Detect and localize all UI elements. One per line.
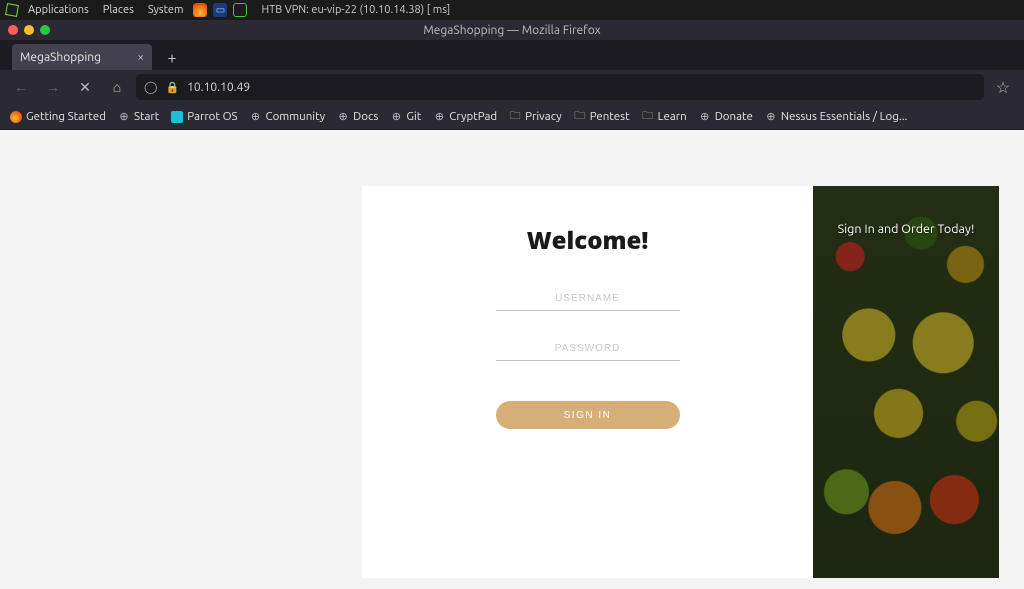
back-button[interactable]: ←: [8, 74, 34, 100]
vpn-status: HTB VPN: eu-vip-22 (10.10.14.38) [ ms]: [261, 4, 450, 16]
bookmark-folder-learn[interactable]: 🗀Learn: [642, 110, 687, 123]
bookmark-git[interactable]: ⊕Git: [390, 110, 421, 123]
promo-text: Sign In and Order Today!: [838, 222, 975, 578]
password-field[interactable]: [496, 333, 680, 361]
globe-icon: ⊕: [250, 111, 262, 123]
bookmark-cryptpad[interactable]: ⊕CryptPad: [433, 110, 497, 123]
distro-logo-icon: [5, 3, 19, 17]
window-title: MegaShopping — Mozilla Firefox: [0, 24, 1024, 37]
home-button[interactable]: ⌂: [104, 74, 130, 100]
bookmark-star-icon[interactable]: ☆: [990, 74, 1016, 100]
login-form-panel: Welcome! SIGN IN: [362, 186, 813, 578]
username-field[interactable]: [496, 283, 680, 311]
browser-toolbar: ← → ✕ ⌂ ◯ 🔒 10.10.10.49 ☆: [0, 70, 1024, 104]
promo-panel: Sign In and Order Today!: [813, 186, 999, 578]
tab-megashopping[interactable]: MegaShopping ×: [12, 44, 152, 70]
tab-strip: MegaShopping × +: [0, 40, 1024, 70]
globe-icon: ⊕: [118, 111, 130, 123]
new-tab-button[interactable]: +: [160, 46, 184, 70]
globe-icon: ⊕: [699, 111, 711, 123]
bookmark-folder-pentest[interactable]: 🗀Pentest: [574, 110, 630, 123]
bookmark-folder-privacy[interactable]: 🗀Privacy: [509, 110, 562, 123]
folder-icon: 🗀: [509, 111, 521, 123]
globe-icon: ⊕: [337, 111, 349, 123]
globe-icon: ⊕: [390, 111, 402, 123]
menu-system[interactable]: System: [144, 4, 188, 16]
menu-places[interactable]: Places: [99, 4, 138, 16]
menu-applications[interactable]: Applications: [24, 4, 93, 16]
bookmark-start[interactable]: ⊕Start: [118, 110, 159, 123]
tab-label: MegaShopping: [20, 51, 101, 64]
signin-button[interactable]: SIGN IN: [496, 401, 680, 429]
bookmark-nessus[interactable]: ⊕Nessus Essentials / Log...: [765, 110, 908, 123]
firefox-icon: [10, 111, 22, 123]
bookmarks-toolbar: Getting Started ⊕Start Parrot OS ⊕Commun…: [0, 104, 1024, 130]
bookmark-docs[interactable]: ⊕Docs: [337, 110, 378, 123]
page-heading: Welcome!: [527, 224, 649, 257]
folder-icon: 🗀: [642, 111, 654, 123]
login-card: Welcome! SIGN IN Sign In and Order Today…: [362, 186, 999, 578]
bookmark-getting-started[interactable]: Getting Started: [10, 110, 106, 123]
tray-firefox-icon[interactable]: [193, 3, 207, 17]
tracking-shield-icon[interactable]: ◯: [144, 80, 157, 94]
forward-button[interactable]: →: [40, 74, 66, 100]
page-viewport: Welcome! SIGN IN Sign In and Order Today…: [0, 130, 1024, 589]
stop-reload-button[interactable]: ✕: [72, 74, 98, 100]
globe-icon: ⊕: [433, 111, 445, 123]
bookmark-parrot-os[interactable]: Parrot OS: [171, 110, 237, 123]
tray-terminal-icon[interactable]: [233, 3, 247, 17]
bookmark-donate[interactable]: ⊕Donate: [699, 110, 753, 123]
bookmark-community[interactable]: ⊕Community: [250, 110, 326, 123]
folder-icon: 🗀: [574, 111, 586, 123]
tab-close-icon[interactable]: ×: [137, 51, 144, 64]
os-top-panel: Applications Places System ▭ HTB VPN: eu…: [0, 0, 1024, 20]
parrot-icon: [171, 111, 183, 123]
insecure-lock-icon[interactable]: 🔒: [165, 81, 179, 94]
window-titlebar: MegaShopping — Mozilla Firefox: [0, 20, 1024, 40]
url-text: 10.10.10.49: [187, 81, 250, 94]
tray-files-icon[interactable]: ▭: [213, 3, 227, 17]
globe-icon: ⊕: [765, 111, 777, 123]
address-bar[interactable]: ◯ 🔒 10.10.10.49: [136, 74, 984, 100]
